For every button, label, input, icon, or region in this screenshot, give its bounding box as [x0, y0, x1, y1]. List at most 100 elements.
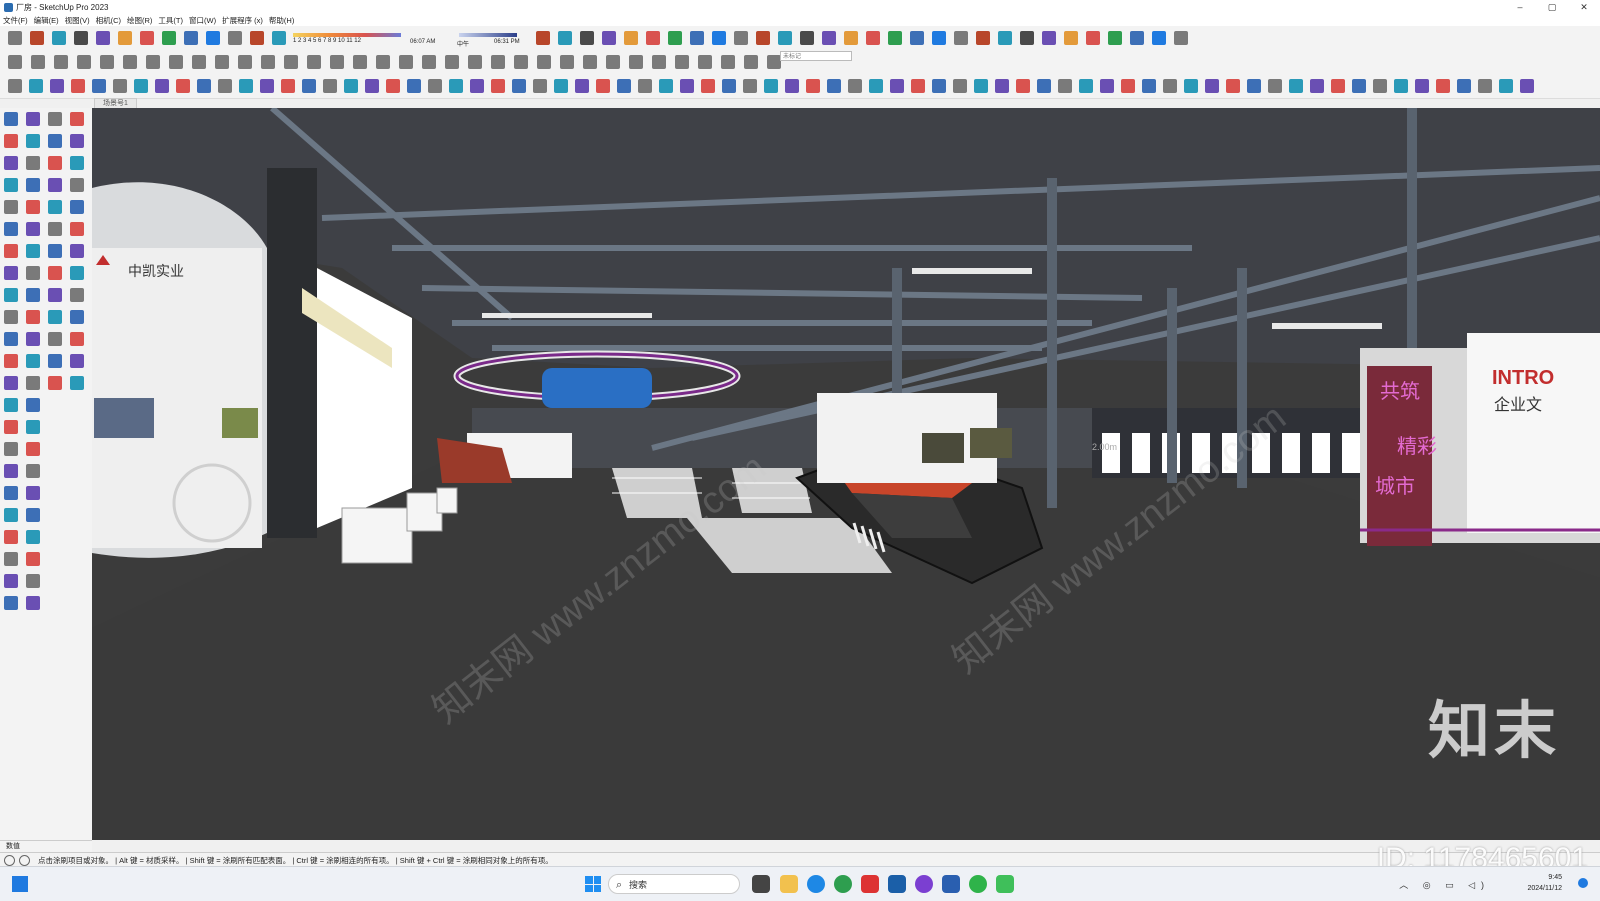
toolbar-tool-icon[interactable] — [974, 79, 988, 93]
toolbar-tool-icon[interactable] — [596, 79, 610, 93]
left-tool-icon[interactable] — [48, 266, 62, 280]
left-tool-icon[interactable] — [26, 530, 40, 544]
menu-camera[interactable]: 相机(C) — [96, 15, 121, 26]
toolbar-tool-icon[interactable] — [422, 55, 436, 69]
left-tool-icon[interactable] — [70, 134, 84, 148]
toolbar-tool-icon[interactable] — [675, 55, 689, 69]
left-tool-icon[interactable] — [26, 420, 40, 434]
toolbar-tool-icon[interactable] — [560, 55, 574, 69]
toolbar-tool-icon[interactable] — [890, 79, 904, 93]
left-tool-icon[interactable] — [26, 354, 40, 368]
left-tool-icon[interactable] — [26, 376, 40, 390]
toolbar-tool-icon[interactable] — [491, 79, 505, 93]
toolbar-tool-icon[interactable] — [30, 31, 44, 45]
toolbar-tool-icon[interactable] — [376, 55, 390, 69]
left-tool-icon[interactable] — [26, 244, 40, 258]
toolbar-tool-icon[interactable] — [800, 31, 814, 45]
toolbar-tool-icon[interactable] — [1100, 79, 1114, 93]
app-blue-icon[interactable] — [942, 875, 960, 893]
toolbar-tool-icon[interactable] — [1457, 79, 1471, 93]
left-tool-icon[interactable] — [26, 442, 40, 456]
toolbar-tool-icon[interactable] — [1121, 79, 1135, 93]
toolbar-tool-icon[interactable] — [1520, 79, 1534, 93]
toolbar-tool-icon[interactable] — [580, 31, 594, 45]
left-tool-icon[interactable] — [48, 156, 62, 170]
time-slider[interactable] — [459, 33, 517, 37]
toolbar-tool-icon[interactable] — [954, 31, 968, 45]
toolbar-tool-icon[interactable] — [162, 31, 176, 45]
toolbar-tool-icon[interactable] — [146, 55, 160, 69]
left-tool-icon[interactable] — [70, 178, 84, 192]
tag-dropdown[interactable]: 未标记 — [780, 51, 852, 61]
left-tool-icon[interactable] — [48, 310, 62, 324]
left-tool-icon[interactable] — [48, 244, 62, 258]
left-tool-icon[interactable] — [4, 156, 18, 170]
left-tool-icon[interactable] — [26, 266, 40, 280]
toolbar-tool-icon[interactable] — [176, 79, 190, 93]
toolbar-tool-icon[interactable] — [743, 79, 757, 93]
toolbar-tool-icon[interactable] — [756, 31, 770, 45]
toolbar-tool-icon[interactable] — [844, 31, 858, 45]
toolbar-tool-icon[interactable] — [228, 31, 242, 45]
toolbar-tool-icon[interactable] — [407, 79, 421, 93]
toolbar-tool-icon[interactable] — [218, 79, 232, 93]
toolbar-tool-icon[interactable] — [848, 79, 862, 93]
toolbar-tool-icon[interactable] — [238, 55, 252, 69]
toolbar-tool-icon[interactable] — [1163, 79, 1177, 93]
3d-viewport[interactable]: 中凯实业 2.00m 共筑 精彩 城市 INTRO 企业文 知末网 www.zn… — [92, 108, 1600, 840]
edge-icon[interactable] — [807, 875, 825, 893]
left-tool-icon[interactable] — [26, 508, 40, 522]
menu-window[interactable]: 窗口(W) — [189, 15, 216, 26]
toolbar-tool-icon[interactable] — [1289, 79, 1303, 93]
toolbar-tool-icon[interactable] — [659, 79, 673, 93]
menu-help[interactable]: 帮助(H) — [269, 15, 294, 26]
toolbar-tool-icon[interactable] — [1352, 79, 1366, 93]
toolbar-tool-icon[interactable] — [197, 79, 211, 93]
toolbar-tool-icon[interactable] — [169, 55, 183, 69]
app-monitor-icon[interactable] — [996, 875, 1014, 893]
toolbar-tool-icon[interactable] — [92, 79, 106, 93]
toolbar-tool-icon[interactable] — [449, 79, 463, 93]
app-green-icon[interactable] — [834, 875, 852, 893]
left-tool-icon[interactable] — [4, 486, 18, 500]
minimize-button[interactable]: – — [1504, 0, 1536, 14]
left-tool-icon[interactable] — [26, 486, 40, 500]
left-tool-icon[interactable] — [48, 134, 62, 148]
left-tool-icon[interactable] — [70, 288, 84, 302]
measurements-box[interactable]: 数值 — [0, 840, 92, 852]
toolbar-tool-icon[interactable] — [468, 55, 482, 69]
left-tool-icon[interactable] — [26, 222, 40, 236]
toolbar-tool-icon[interactable] — [869, 79, 883, 93]
left-tool-icon[interactable] — [4, 398, 18, 412]
left-tool-icon[interactable] — [26, 178, 40, 192]
toolbar-tool-icon[interactable] — [1152, 31, 1166, 45]
left-tool-icon[interactable] — [4, 244, 18, 258]
toolbar-tool-icon[interactable] — [50, 79, 64, 93]
toolbar-tool-icon[interactable] — [1142, 79, 1156, 93]
left-tool-icon[interactable] — [4, 112, 18, 126]
left-tool-icon[interactable] — [4, 354, 18, 368]
left-tool-icon[interactable] — [48, 222, 62, 236]
toolbar-tool-icon[interactable] — [652, 55, 666, 69]
left-tool-icon[interactable] — [4, 508, 18, 522]
toolbar-tool-icon[interactable] — [690, 31, 704, 45]
toolbar-tool-icon[interactable] — [1373, 79, 1387, 93]
toolbar-tool-icon[interactable] — [155, 79, 169, 93]
toolbar-tool-icon[interactable] — [721, 55, 735, 69]
taskbar-clock[interactable]: 9:45 2024/11/12 — [1527, 872, 1562, 894]
shadow-timeline[interactable]: 1 2 3 4 5 6 7 8 9 10 11 12 06:07 AM 中午 0… — [293, 30, 523, 48]
toolbar-tool-icon[interactable] — [722, 79, 736, 93]
file-explorer-icon[interactable] — [780, 875, 798, 893]
left-tool-icon[interactable] — [70, 266, 84, 280]
toolbar-tool-icon[interactable] — [1247, 79, 1261, 93]
toolbar-tool-icon[interactable] — [1331, 79, 1345, 93]
toolbar-tool-icon[interactable] — [668, 31, 682, 45]
toolbar-tool-icon[interactable] — [701, 79, 715, 93]
toolbar-tool-icon[interactable] — [1020, 31, 1034, 45]
toolbar-tool-icon[interactable] — [1436, 79, 1450, 93]
toolbar-tool-icon[interactable] — [100, 55, 114, 69]
toolbar-tool-icon[interactable] — [822, 31, 836, 45]
toolbar-tool-icon[interactable] — [206, 31, 220, 45]
toolbar-tool-icon[interactable] — [239, 79, 253, 93]
toolbar-tool-icon[interactable] — [8, 79, 22, 93]
